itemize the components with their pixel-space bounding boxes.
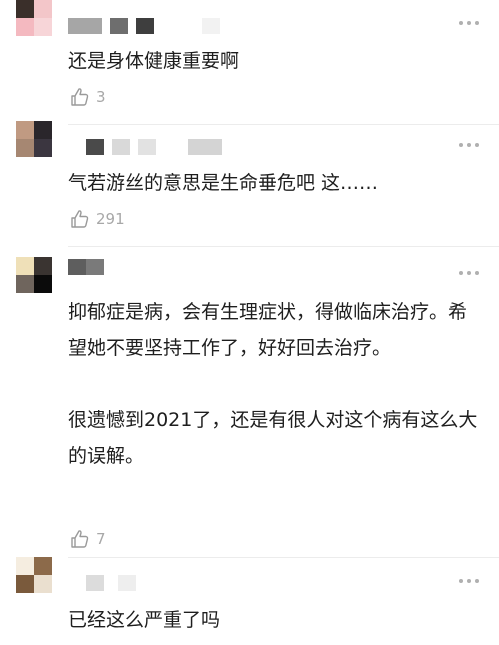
comment-text: 还是身体健康重要啊 — [68, 50, 240, 72]
divider — [68, 557, 499, 558]
like-count: 291 — [96, 210, 125, 228]
like-button[interactable]: 3 — [70, 86, 106, 108]
username-blurred[interactable] — [68, 575, 136, 591]
like-count: 7 — [96, 530, 106, 548]
username-blurred[interactable] — [68, 18, 220, 34]
divider — [68, 124, 499, 125]
avatar[interactable] — [16, 121, 52, 157]
like-button[interactable]: 7 — [70, 528, 106, 550]
avatar[interactable] — [16, 0, 52, 36]
like-count: 3 — [96, 88, 106, 106]
thumbs-up-icon — [71, 530, 89, 548]
more-options-icon[interactable] — [459, 140, 481, 150]
username-blurred[interactable] — [68, 259, 104, 275]
comment-text: 抑郁症是病，会有生理症状，得做临床治疗。希望她不要坚持工作了，好好回去治疗。 很… — [68, 301, 478, 467]
more-options-icon[interactable] — [459, 268, 481, 278]
more-options-icon[interactable] — [459, 576, 481, 586]
thumbs-up-icon — [71, 210, 89, 228]
divider — [68, 246, 499, 247]
like-button[interactable]: 291 — [70, 208, 125, 230]
avatar[interactable] — [16, 557, 52, 593]
username-blurred[interactable] — [68, 139, 222, 155]
thumbs-up-icon — [71, 88, 89, 106]
comment-text: 气若游丝的意思是生命垂危吧 这…… — [68, 172, 379, 194]
avatar[interactable] — [16, 257, 52, 293]
more-options-icon[interactable] — [459, 18, 481, 28]
comment-text: 已经这么严重了吗 — [68, 609, 221, 631]
